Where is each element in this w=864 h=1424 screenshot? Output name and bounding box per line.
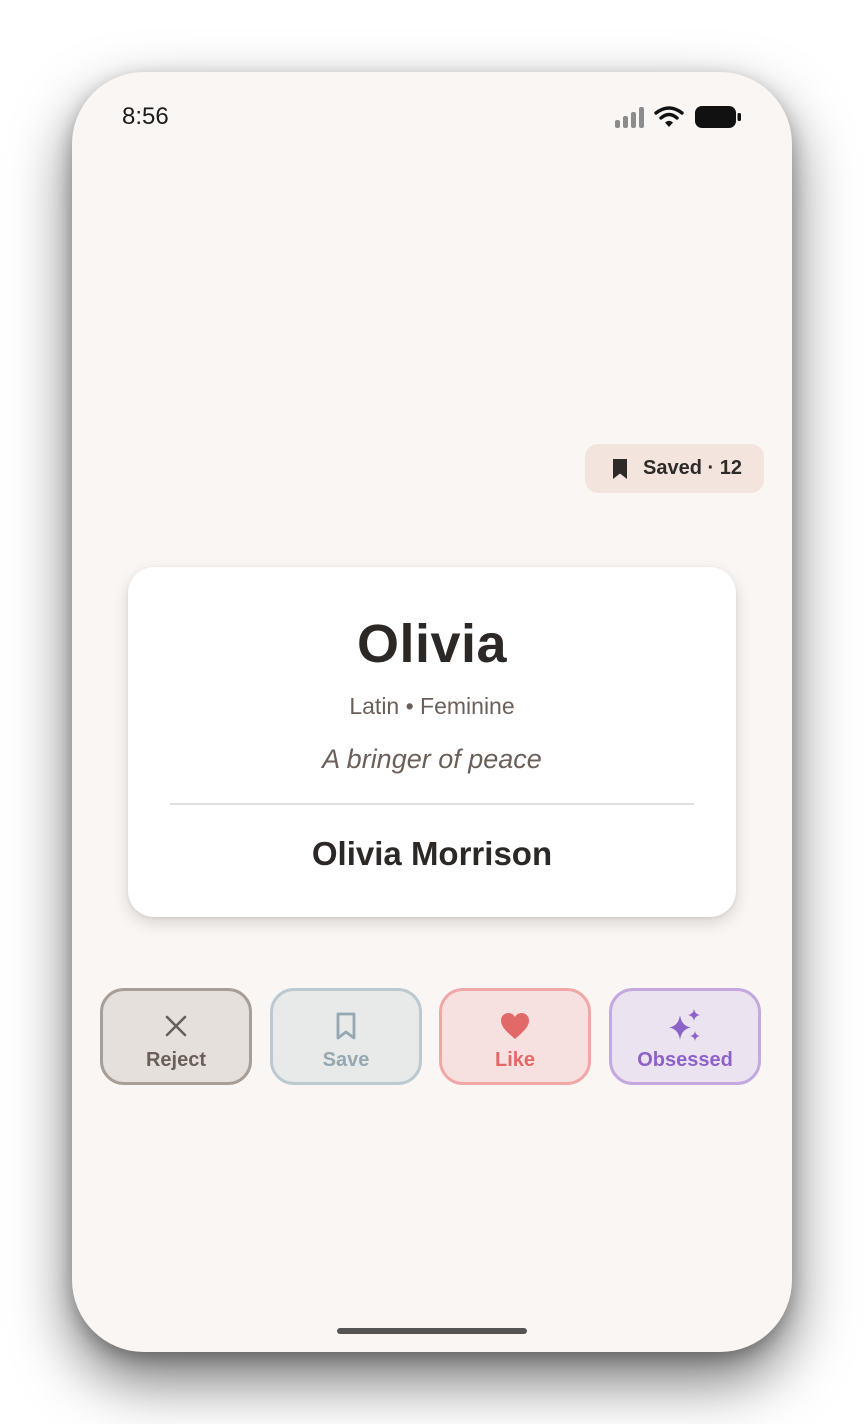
heart-icon: [501, 1013, 529, 1039]
action-buttons: Reject Save Like Obsessed: [100, 988, 764, 1089]
close-icon: [165, 1015, 187, 1037]
status-icons: [615, 105, 742, 129]
bookmark-outline-icon: [336, 1012, 356, 1040]
saved-names-button[interactable]: Saved · 12: [585, 444, 764, 493]
wifi-icon: [654, 106, 684, 127]
status-time: 8:56: [122, 103, 169, 130]
like-label: Like: [494, 1049, 536, 1071]
phone-screen: 8:56 Saved · 12 Olivia Latin • Feminine …: [72, 72, 792, 1352]
saved-count-label: Saved · 12: [643, 457, 742, 479]
reject-label: Reject: [145, 1049, 207, 1071]
obsessed-label: Obsessed: [637, 1049, 733, 1071]
home-indicator[interactable]: [337, 1328, 527, 1334]
name-meaning: A bringer of peace: [322, 744, 542, 774]
cellular-signal-icon: [615, 106, 644, 128]
like-button[interactable]: Like: [439, 988, 591, 1085]
sparkles-icon: [669, 1009, 700, 1041]
save-button[interactable]: Save: [270, 988, 422, 1085]
status-bar: 8:56: [72, 72, 792, 162]
name-title: Olivia: [356, 614, 508, 674]
reject-button[interactable]: Reject: [100, 988, 252, 1085]
name-card[interactable]: Olivia Latin • Feminine A bringer of pea…: [128, 567, 736, 917]
full-name-preview: Olivia Morrison: [311, 835, 553, 872]
battery-icon: [695, 106, 741, 128]
name-origin-gender: Latin • Feminine: [349, 693, 515, 719]
bookmark-icon: [613, 458, 627, 479]
save-label: Save: [322, 1049, 370, 1071]
card-divider: [170, 803, 694, 805]
obsessed-button[interactable]: Obsessed: [609, 988, 761, 1085]
